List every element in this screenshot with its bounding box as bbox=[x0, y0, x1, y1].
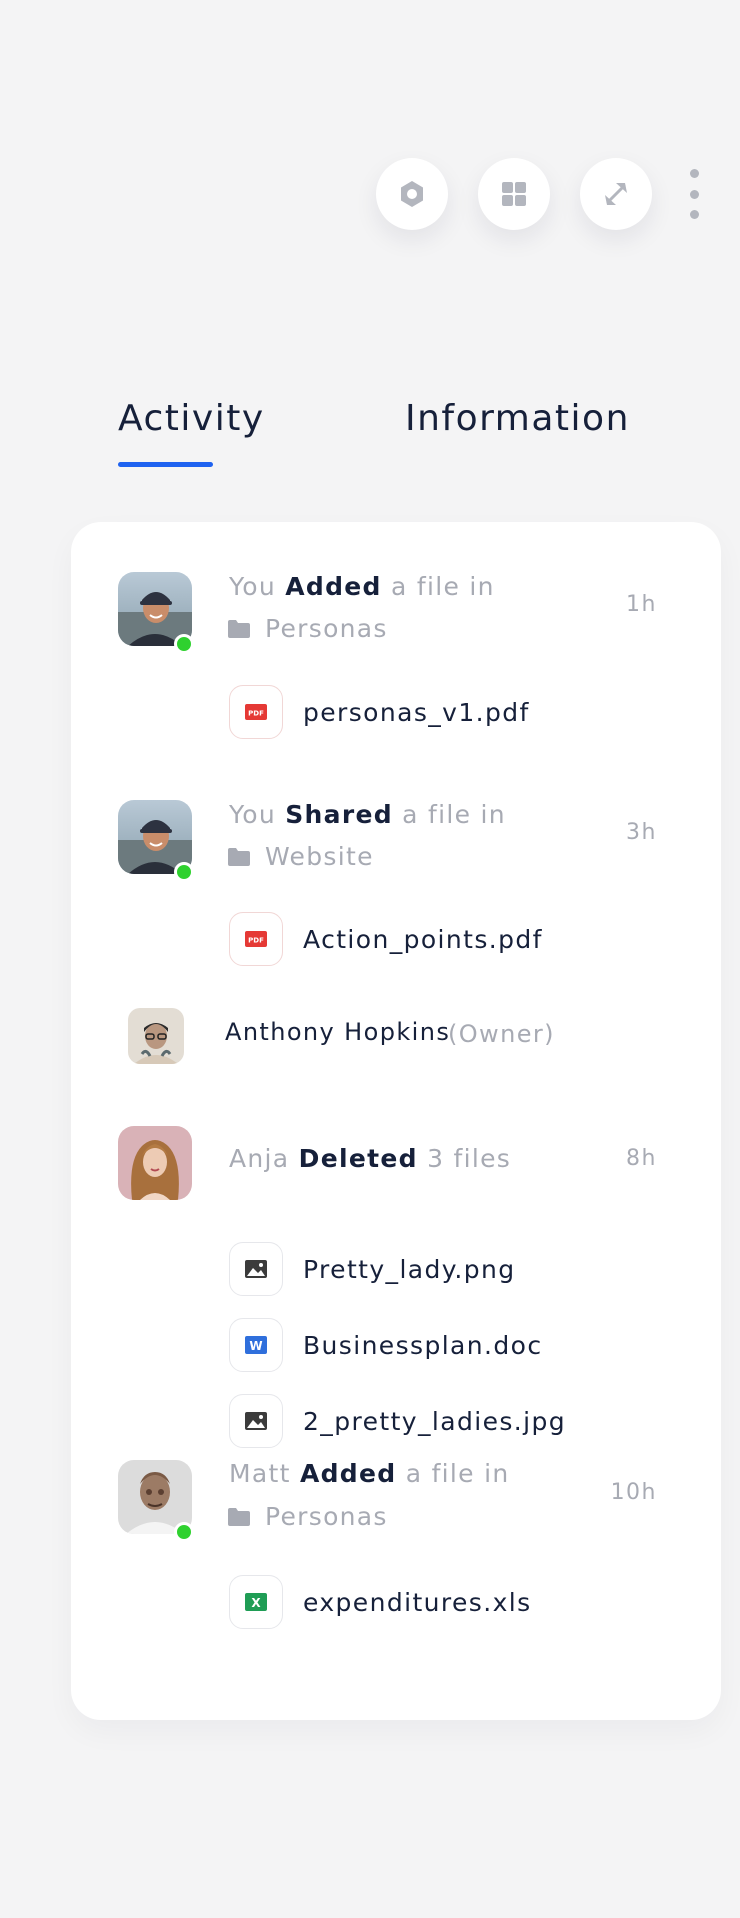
folder-link[interactable]: Personas bbox=[227, 1502, 388, 1531]
folder-name: Personas bbox=[265, 1502, 388, 1531]
timestamp: 10h bbox=[610, 1480, 657, 1505]
action-verb: Deleted bbox=[298, 1144, 418, 1173]
svg-text:PDF: PDF bbox=[248, 937, 264, 945]
folder-icon bbox=[228, 847, 250, 866]
activity-feed-card: You Added a file in Personas 1h PDF pers… bbox=[71, 522, 721, 1720]
active-tab-indicator bbox=[118, 462, 213, 467]
activity-detail: 3 files bbox=[427, 1144, 512, 1173]
avatar[interactable] bbox=[118, 1126, 192, 1200]
file-item[interactable]: W Businessplan.doc bbox=[229, 1318, 542, 1372]
pdf-file-icon: PDF bbox=[229, 685, 283, 739]
tab-bar: Activity Information bbox=[118, 398, 678, 468]
online-status-dot bbox=[174, 1522, 194, 1542]
timestamp: 1h bbox=[626, 592, 657, 617]
activity-text: Matt Added a file in bbox=[229, 1454, 509, 1494]
tab-information[interactable]: Information bbox=[405, 398, 630, 439]
folder-icon bbox=[228, 1507, 250, 1526]
action-verb: Shared bbox=[285, 800, 393, 829]
hexagon-settings-icon bbox=[401, 181, 423, 207]
activity-text: You Added a file in bbox=[229, 567, 495, 607]
actor-name: You bbox=[229, 800, 276, 829]
activity-text: You Shared a file in bbox=[229, 795, 506, 835]
activity-text: Anja Deleted 3 files bbox=[229, 1139, 511, 1179]
owner-name[interactable]: Anthony Hopkins bbox=[225, 1018, 450, 1046]
more-vertical-icon[interactable] bbox=[684, 169, 704, 219]
settings-button[interactable] bbox=[376, 158, 448, 230]
activity-detail: a file in bbox=[405, 1459, 510, 1488]
folder-link[interactable]: Website bbox=[227, 842, 374, 871]
image-file-icon bbox=[229, 1394, 283, 1448]
svg-text:PDF: PDF bbox=[248, 710, 264, 718]
grid-icon bbox=[502, 182, 526, 206]
tab-activity[interactable]: Activity bbox=[118, 398, 265, 439]
action-verb: Added bbox=[299, 1459, 397, 1488]
action-verb: Added bbox=[285, 572, 382, 601]
folder-name: Website bbox=[265, 842, 374, 871]
top-toolbar bbox=[376, 158, 704, 230]
expand-icon bbox=[605, 183, 627, 205]
file-name: Pretty_lady.png bbox=[303, 1254, 516, 1284]
svg-text:W: W bbox=[249, 1339, 262, 1353]
file-item[interactable]: X expenditures.xls bbox=[229, 1575, 532, 1629]
file-item[interactable]: PDF Action_points.pdf bbox=[229, 912, 543, 966]
owner-role-label: (Owner) bbox=[448, 1020, 555, 1048]
file-item[interactable]: Pretty_lady.png bbox=[229, 1242, 516, 1296]
actor-name: Matt bbox=[229, 1459, 291, 1488]
actor-name: You bbox=[229, 572, 276, 601]
online-status-dot bbox=[174, 862, 194, 882]
activity-detail: a file in bbox=[391, 572, 495, 601]
timestamp: 3h bbox=[626, 820, 657, 845]
folder-name: Personas bbox=[265, 614, 388, 643]
owner-row: Anthony Hopkins (Owner) bbox=[71, 1008, 721, 1064]
excel-file-icon: X bbox=[229, 1575, 283, 1629]
expand-button[interactable] bbox=[580, 158, 652, 230]
file-name: Businessplan.doc bbox=[303, 1330, 543, 1360]
file-item[interactable]: PDF personas_v1.pdf bbox=[229, 685, 530, 739]
file-name: Action_points.pdf bbox=[303, 924, 543, 954]
image-file-icon bbox=[229, 1242, 283, 1296]
pdf-file-icon: PDF bbox=[229, 912, 283, 966]
file-name: 2_pretty_ladies.jpg bbox=[303, 1406, 567, 1436]
file-name: expenditures.xls bbox=[303, 1587, 532, 1617]
file-name: personas_v1.pdf bbox=[303, 697, 530, 727]
svg-text:X: X bbox=[251, 1596, 261, 1610]
actor-name: Anja bbox=[229, 1144, 290, 1173]
grid-view-button[interactable] bbox=[478, 158, 550, 230]
file-item[interactable]: 2_pretty_ladies.jpg bbox=[229, 1394, 566, 1448]
online-status-dot bbox=[174, 634, 194, 654]
folder-icon bbox=[228, 619, 250, 638]
word-doc-file-icon: W bbox=[229, 1318, 283, 1372]
folder-link[interactable]: Personas bbox=[227, 614, 388, 643]
timestamp: 8h bbox=[626, 1146, 657, 1171]
activity-detail: a file in bbox=[402, 800, 506, 829]
avatar[interactable] bbox=[128, 1008, 184, 1064]
